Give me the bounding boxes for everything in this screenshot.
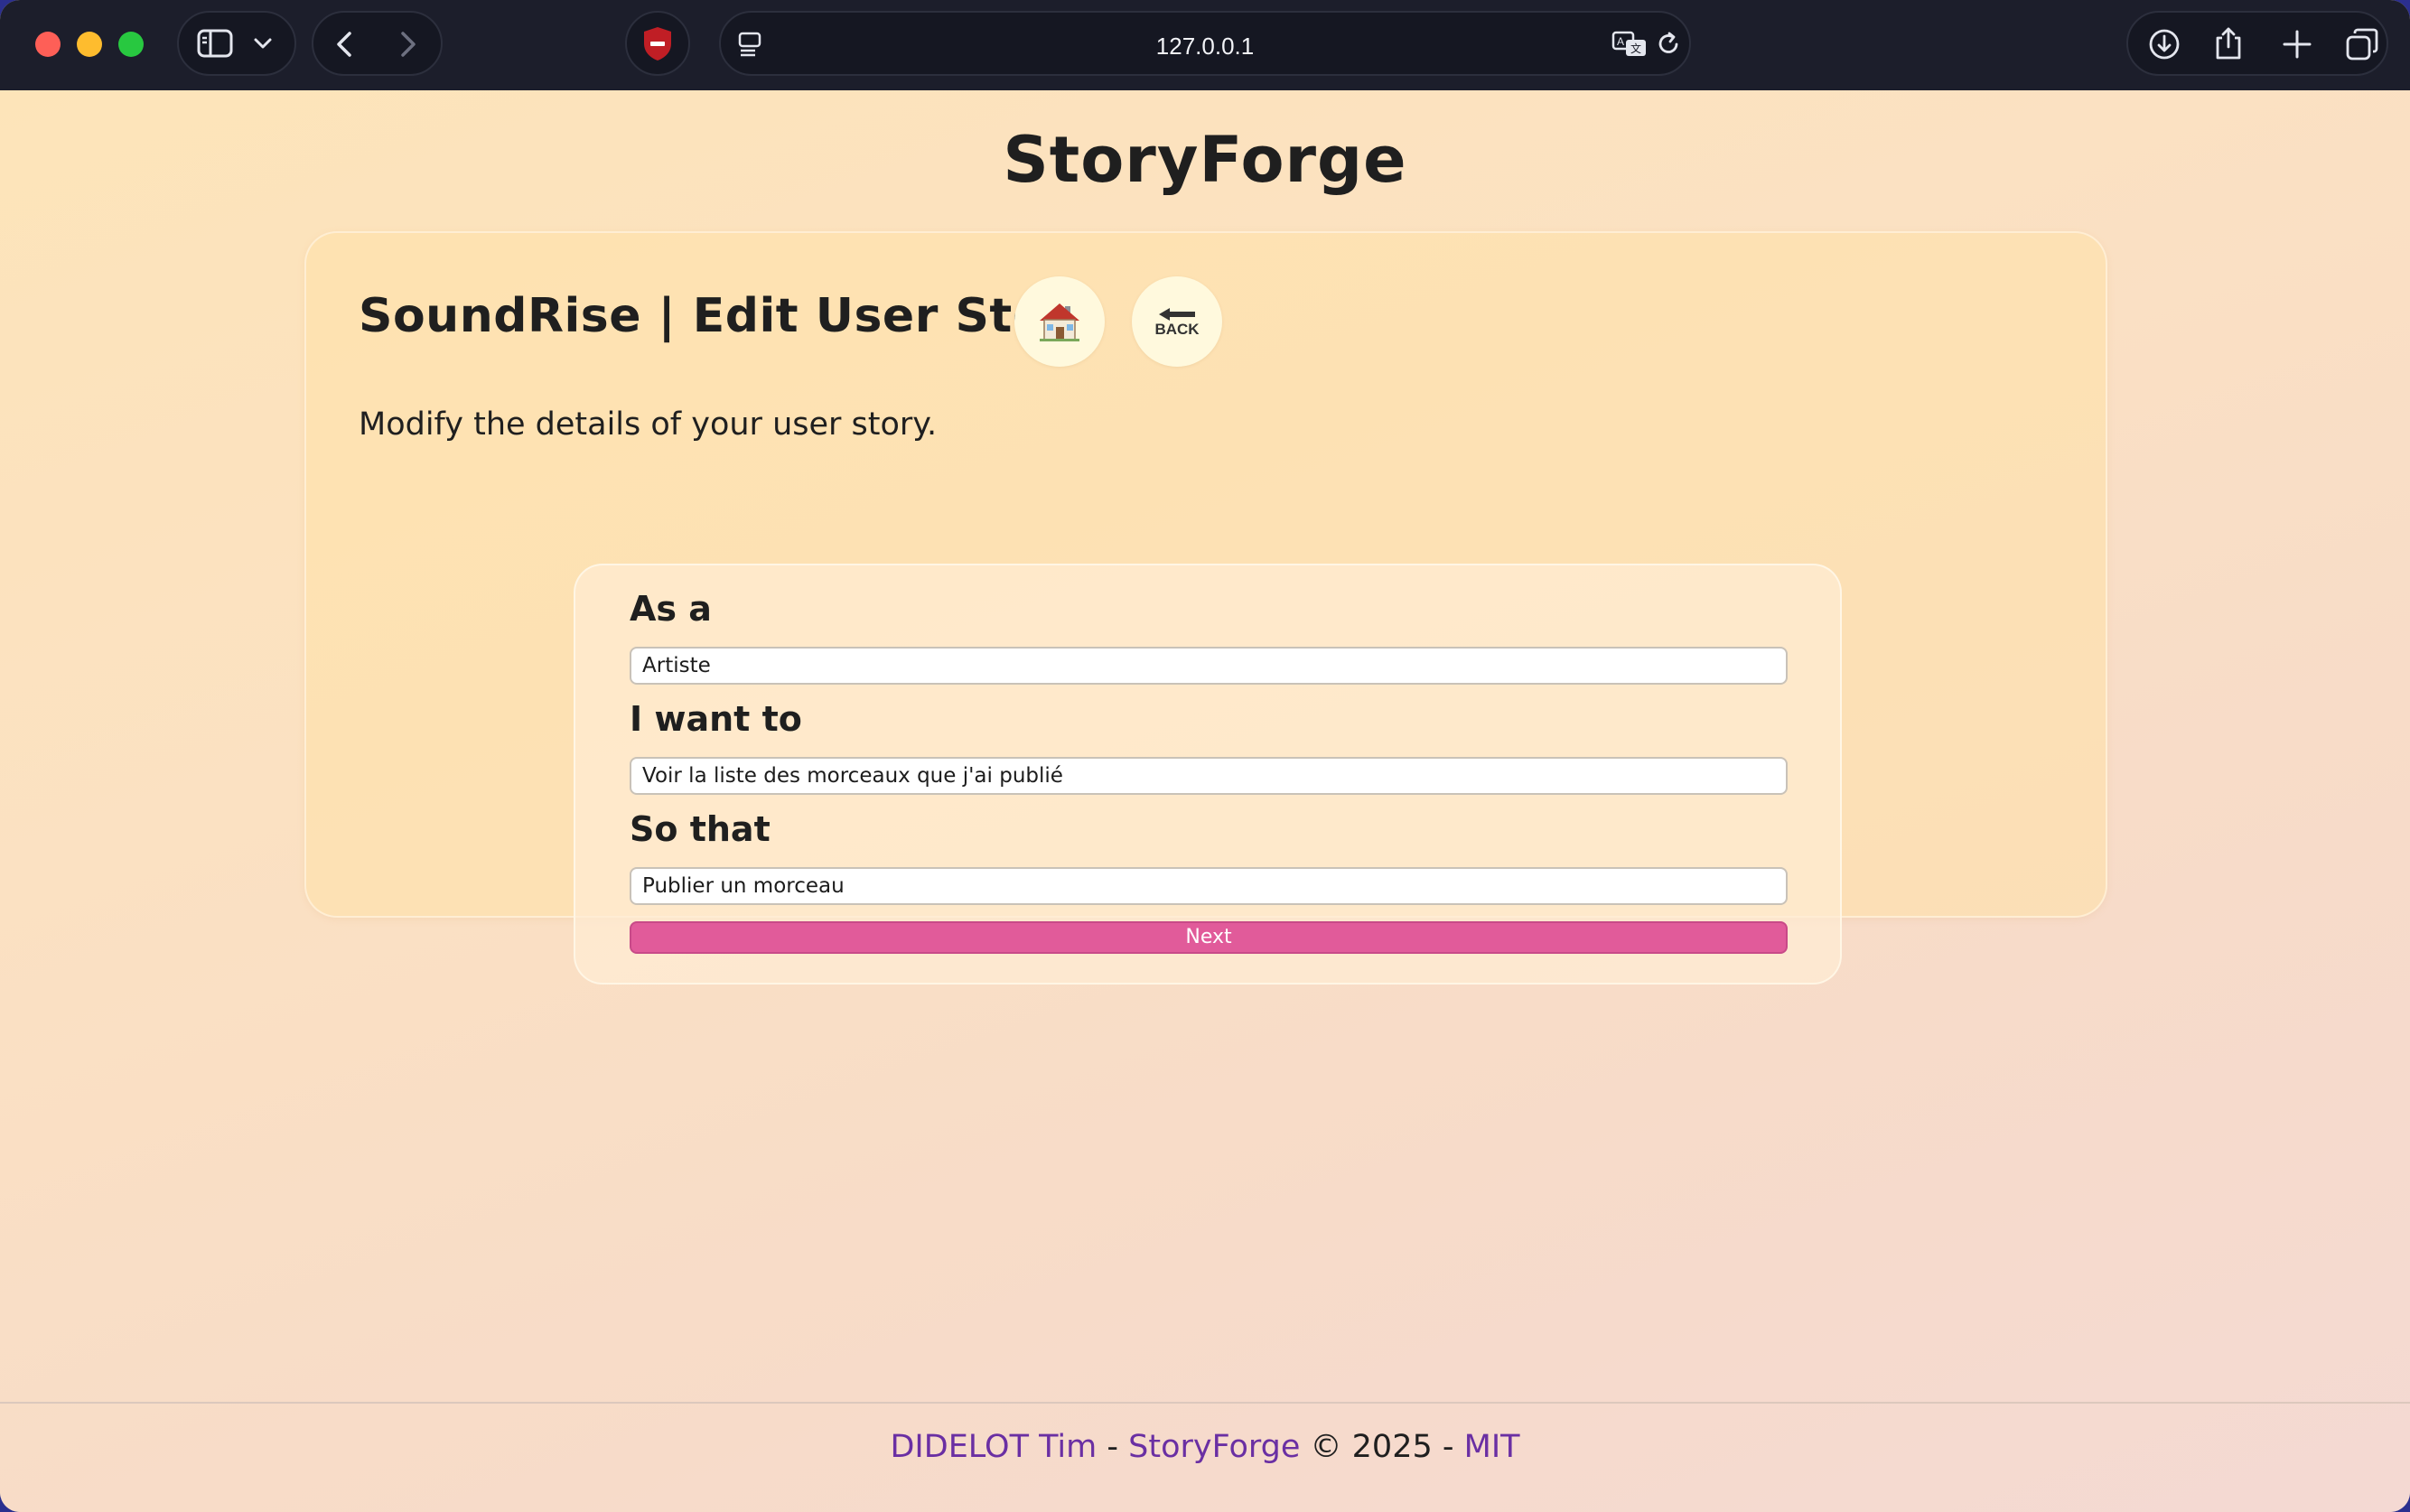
tab-overview-icon[interactable]	[2345, 27, 2379, 61]
back-arrow-icon	[1158, 307, 1195, 321]
app-title: StoryForge	[1003, 123, 1407, 197]
house-icon	[1040, 303, 1079, 341]
edit-story-card: SoundRise | Edit User Story BACK Modify …	[304, 231, 2107, 985]
page-heading: SoundRise | Edit User Story	[359, 289, 1100, 343]
forward-arrow-icon[interactable]	[399, 31, 417, 58]
so-that-input[interactable]	[630, 867, 1788, 905]
minimize-window-button[interactable]	[77, 32, 102, 57]
download-icon[interactable]	[2148, 28, 2181, 61]
i-want-to-label: I want to	[630, 699, 802, 739]
close-window-button[interactable]	[35, 32, 61, 57]
page-subtitle: Modify the details of your user story.	[359, 406, 938, 443]
as-a-input[interactable]	[630, 647, 1788, 685]
navigation-group	[312, 11, 443, 76]
toolbar-actions-group	[2126, 11, 2388, 76]
home-button[interactable]	[1014, 276, 1105, 367]
as-a-label: As a	[630, 589, 712, 629]
so-that-label: So that	[630, 809, 771, 849]
back-arrow-icon[interactable]	[335, 31, 353, 58]
url-text[interactable]: 127.0.0.1	[721, 33, 1689, 61]
footer: DIDELOT Tim - StoryForge © 2025 - MIT	[0, 1402, 2410, 1512]
author-link[interactable]: DIDELOT Tim	[890, 1429, 1097, 1465]
user-story-form: As a I want to So that Next	[574, 564, 1842, 985]
extension-group	[625, 11, 690, 76]
next-button[interactable]: Next	[630, 921, 1788, 954]
shield-icon[interactable]	[641, 25, 674, 61]
back-label: BACK	[1154, 320, 1200, 338]
sidebar-icon[interactable]	[197, 29, 233, 58]
address-bar[interactable]: 127.0.0.1 A 文	[719, 11, 1691, 76]
maximize-window-button[interactable]	[118, 32, 144, 57]
browser-window: 127.0.0.1 A 文 StoryForge SoundRise | Edi…	[0, 0, 2410, 1512]
page-content: StoryForge SoundRise | Edit User Story B…	[0, 90, 2410, 1512]
back-emoji-badge: BACK	[1154, 307, 1200, 338]
footer-separator: -	[1097, 1429, 1129, 1465]
back-button[interactable]: BACK	[1132, 276, 1222, 367]
browser-toolbar: 127.0.0.1 A 文	[0, 0, 2410, 91]
svg-text:A: A	[1617, 35, 1624, 48]
share-icon[interactable]	[2213, 25, 2244, 61]
sidebar-toggle-group	[177, 11, 296, 76]
reload-icon[interactable]	[1657, 31, 1682, 58]
chevron-down-icon[interactable]	[253, 36, 273, 51]
license-link[interactable]: MIT	[1464, 1429, 1520, 1465]
svg-text:文: 文	[1630, 42, 1641, 55]
project-link[interactable]: StoryForge	[1128, 1429, 1300, 1465]
i-want-to-input[interactable]	[630, 757, 1788, 795]
new-tab-icon[interactable]	[2282, 29, 2312, 60]
copyright-text: © 2025 -	[1300, 1429, 1464, 1465]
translate-icon[interactable]: A 文	[1611, 31, 1648, 58]
